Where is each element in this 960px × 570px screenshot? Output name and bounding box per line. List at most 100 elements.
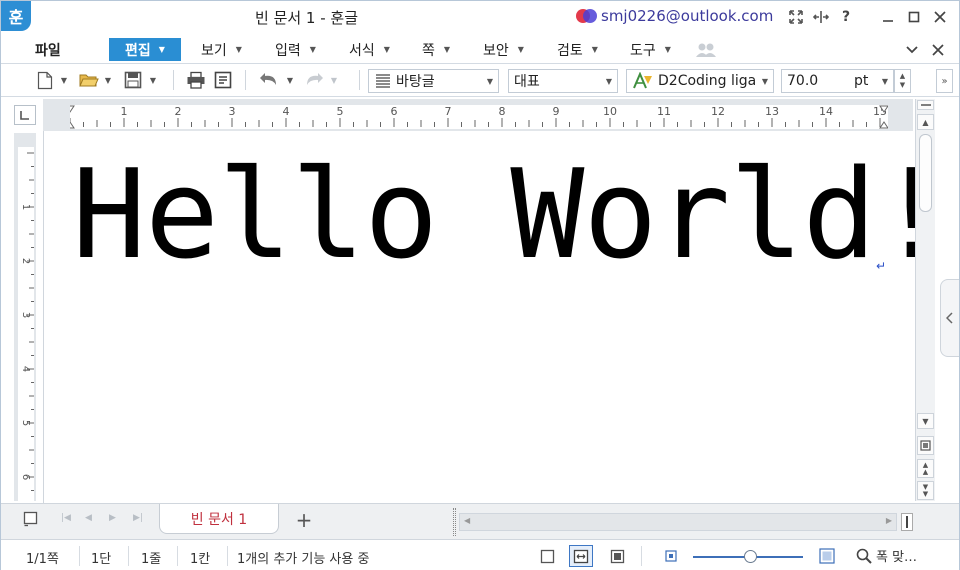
task-pane-icon[interactable] [23, 511, 39, 527]
menu-page-label: 쪽 [422, 42, 435, 59]
ruler-number: 4 [283, 105, 290, 118]
fullscreen-icon[interactable] [785, 6, 807, 28]
next-tab-icon[interactable]: ▶ [109, 513, 116, 523]
left-margin-marker[interactable] [65, 105, 75, 113]
window-title: 빈 문서 1 - 훈글 [255, 9, 359, 27]
ruler-number: 1 [121, 105, 128, 118]
menu-input[interactable]: 입력 ▼ [275, 38, 316, 61]
vertical-scrollbar[interactable]: ▲ ▼ ▲ ▲ ▼ ▼ [915, 99, 935, 501]
left-margin-marker-bottom[interactable] [65, 121, 75, 129]
chevron-down-icon[interactable]: ▼ [329, 69, 339, 91]
menu-format[interactable]: 서식 ▼ [349, 38, 390, 61]
font-size-spinner[interactable]: ▲ ▼ [894, 69, 911, 93]
scroll-thumb[interactable] [919, 134, 932, 212]
first-tab-icon[interactable]: |◀ [61, 513, 71, 523]
ruler-corner-button[interactable] [14, 105, 36, 125]
horizontal-scrollbar[interactable]: ◀ ▶ [459, 513, 897, 531]
document-text[interactable]: Hello World! [72, 151, 950, 281]
spin-down-icon[interactable]: ▼ [900, 81, 905, 90]
menu-security[interactable]: 보안 ▼ [483, 38, 524, 61]
fit-width-view-icon[interactable] [569, 545, 593, 567]
ruler-number: 5 [337, 105, 344, 118]
ruler-number: 2 [175, 105, 182, 118]
horizontal-ruler[interactable]: 1 2 3 4 5 6 7 8 9 10 11 12 13 14 15 [43, 99, 913, 131]
page-view-icon[interactable] [917, 436, 934, 455]
menu-view-label: 보기 [201, 42, 227, 59]
chevron-down-icon: ▼ [881, 77, 888, 86]
new-document-icon[interactable] [35, 69, 55, 91]
print-icon[interactable] [184, 69, 208, 91]
print-preview-icon[interactable] [212, 69, 234, 91]
document-canvas[interactable]: Hello World! ↵ [43, 131, 950, 503]
menu-review[interactable]: 검토 ▼ [557, 38, 598, 61]
chevron-down-icon[interactable]: ▼ [285, 69, 295, 91]
tab-document-1[interactable]: 빈 문서 1 [159, 504, 279, 534]
zoom-fit-button[interactable]: 폭 맞… [856, 546, 917, 565]
last-tab-icon[interactable]: ▶| [133, 513, 143, 523]
minimize-icon[interactable] [877, 6, 899, 28]
font-name-combo[interactable]: D2Coding liga ▼ [626, 69, 774, 93]
chevron-down-icon[interactable]: ▼ [103, 69, 113, 91]
status-page[interactable]: 1/1쪽 [26, 548, 59, 567]
previous-page-icon[interactable]: ▲ ▲ [917, 459, 934, 478]
maximize-icon[interactable] [903, 6, 925, 28]
font-category-combo[interactable]: 대표 ▼ [508, 69, 618, 93]
zoom-slider-knob[interactable] [744, 550, 758, 563]
ribbon-collapse-icon[interactable] [906, 38, 918, 61]
chevron-down-icon[interactable]: ▼ [59, 69, 69, 91]
undo-icon[interactable] [257, 69, 281, 91]
menu-page[interactable]: 쪽 ▼ [422, 38, 450, 61]
app-logo[interactable]: 훈 [1, 1, 31, 31]
toolbar-expand-icon[interactable]: » [936, 69, 953, 93]
zoom-label: 폭 맞… [876, 550, 918, 565]
menu-edit[interactable]: 편집 ▼ [109, 38, 181, 61]
scroll-down-icon[interactable]: ▼ [917, 413, 934, 429]
zoom-out-icon[interactable] [659, 545, 683, 567]
status-section: 1단 [91, 552, 112, 567]
add-tab-button[interactable]: + [283, 507, 325, 533]
chevron-down-icon: ▼ [158, 45, 165, 54]
close-icon[interactable] [929, 6, 951, 28]
spin-up-icon[interactable]: ▲ [900, 72, 905, 81]
chevron-down-icon[interactable]: ▼ [148, 69, 158, 91]
open-folder-icon[interactable] [78, 69, 100, 91]
scroll-up-icon[interactable]: ▲ [917, 114, 934, 130]
chevron-down-icon: ▼ [443, 45, 451, 54]
side-panel-toggle[interactable] [940, 279, 959, 357]
horizontal-split-icon[interactable] [901, 513, 913, 531]
help-icon[interactable]: ? [835, 6, 857, 28]
scroll-left-icon[interactable]: ◀ [464, 516, 470, 525]
font-size-combo[interactable]: 70.0 pt ▼ [781, 69, 894, 93]
vertical-ruler[interactable]: 1 2 3 4 5 6 [14, 133, 36, 501]
scroll-right-icon[interactable]: ▶ [886, 516, 892, 525]
split-handle-icon[interactable] [917, 100, 934, 110]
redo-icon[interactable] [302, 69, 326, 91]
next-page-icon[interactable]: ▼ ▼ [917, 481, 934, 500]
save-icon[interactable] [122, 69, 144, 91]
doc-close-icon[interactable] [932, 38, 944, 61]
collaboration-icon[interactable] [695, 38, 717, 61]
zoom-in-icon[interactable] [815, 545, 839, 567]
menu-file[interactable]: 파일 [35, 38, 61, 61]
prev-tab-icon[interactable]: ◀ [85, 513, 92, 523]
tab-splitter-handle[interactable] [453, 508, 456, 536]
style-name: 바탕글 [396, 74, 435, 90]
menu-tools[interactable]: 도구 ▼ [630, 38, 671, 61]
right-margin-marker-bottom[interactable] [879, 121, 889, 129]
menu-view[interactable]: 보기 ▼ [201, 38, 242, 61]
full-page-view-icon[interactable] [605, 545, 629, 567]
style-combo[interactable]: 바탕글 ▼ [368, 69, 499, 93]
horizontal-ruler-scale: 1 2 3 4 5 6 7 8 9 10 11 12 13 14 15 [65, 105, 889, 129]
ruler-number: 14 [819, 105, 833, 118]
menu-review-label: 검토 [557, 42, 583, 59]
single-page-view-icon[interactable] [535, 545, 559, 567]
account-email[interactable]: smj0226@outlook.com [601, 7, 773, 25]
status-addons[interactable]: 1개의 추가 기능 사용 중 [237, 548, 369, 567]
chevron-down-icon: ▼ [664, 45, 671, 54]
split-view-icon[interactable] [810, 6, 832, 28]
font-unit: pt [854, 73, 869, 89]
vertical-ruler-scale: 1 2 3 4 5 6 [18, 147, 34, 501]
account-area[interactable]: smj0226@outlook.com [576, 7, 773, 25]
menu-tools-label: 도구 [630, 42, 656, 59]
ruler-number: 11 [657, 105, 671, 118]
